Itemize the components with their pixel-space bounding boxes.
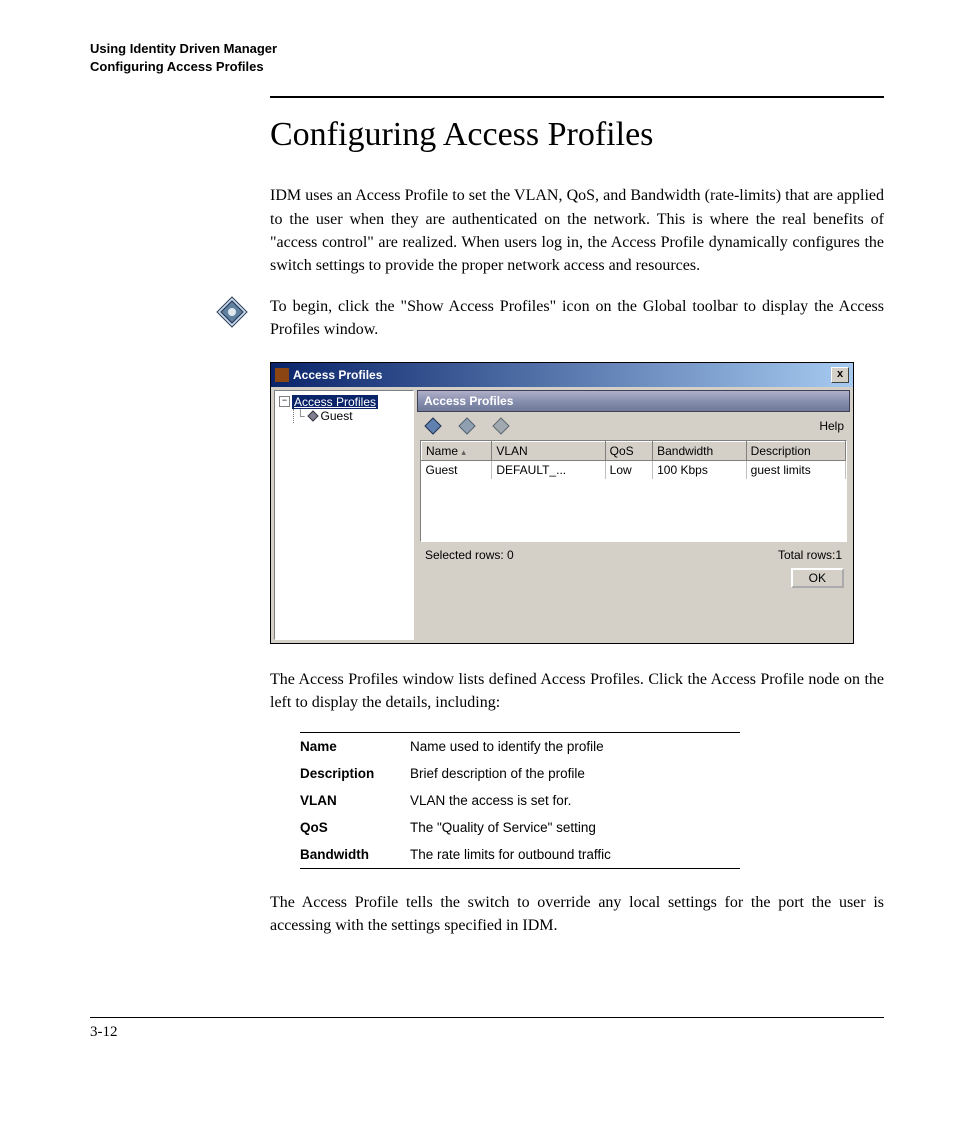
cell-name: Guest bbox=[422, 460, 492, 479]
running-head-line1: Using Identity Driven Manager bbox=[90, 40, 884, 58]
cell-bandwidth: 100 Kbps bbox=[653, 460, 747, 479]
window-titlebar[interactable]: Access Profiles x bbox=[271, 363, 853, 387]
col-name[interactable]: Name ▴ bbox=[422, 441, 492, 460]
definition-term: Name bbox=[300, 739, 410, 754]
definition-desc: Name used to identify the profile bbox=[410, 739, 740, 754]
cell-qos: Low bbox=[605, 460, 652, 479]
definition-row: QoSThe "Quality of Service" setting bbox=[300, 814, 740, 841]
intro-paragraph: IDM uses an Access Profile to set the VL… bbox=[270, 184, 884, 277]
cell-description: guest limits bbox=[746, 460, 845, 479]
ok-button[interactable]: OK bbox=[791, 568, 844, 588]
edit-profile-icon[interactable] bbox=[457, 416, 477, 436]
closing-paragraph: The Access Profile tells the switch to o… bbox=[270, 891, 884, 937]
section-rule bbox=[270, 96, 884, 98]
running-head-line2: Configuring Access Profiles bbox=[90, 58, 884, 76]
definition-row: VLANVLAN the access is set for. bbox=[300, 787, 740, 814]
table-row[interactable]: Guest DEFAULT_... Low 100 Kbps guest lim… bbox=[422, 460, 846, 479]
window-title: Access Profiles bbox=[293, 368, 831, 382]
close-button[interactable]: x bbox=[831, 367, 849, 383]
access-profiles-window: Access Profiles x − Access Profiles └ Gu… bbox=[270, 362, 854, 644]
definition-desc: The "Quality of Service" setting bbox=[410, 820, 740, 835]
definition-desc: Brief description of the profile bbox=[410, 766, 740, 781]
tree-expander-icon[interactable]: − bbox=[279, 396, 290, 407]
definition-term: Bandwidth bbox=[300, 847, 410, 862]
definition-term: QoS bbox=[300, 820, 410, 835]
definition-term: Description bbox=[300, 766, 410, 781]
tree-root-label[interactable]: Access Profiles bbox=[292, 395, 378, 409]
running-head: Using Identity Driven Manager Configurin… bbox=[90, 40, 884, 76]
instruction-paragraph: To begin, click the "Show Access Profile… bbox=[270, 295, 884, 341]
definitions-table: NameName used to identify the profileDes… bbox=[300, 732, 740, 869]
definition-desc: VLAN the access is set for. bbox=[410, 793, 740, 808]
tree-child-label[interactable]: Guest bbox=[321, 409, 353, 423]
details-pane: Access Profiles Help Name ▴ VLAN QoS Ba bbox=[417, 390, 850, 640]
sort-asc-icon: ▴ bbox=[461, 447, 466, 457]
definition-desc: The rate limits for outbound traffic bbox=[410, 847, 740, 862]
col-qos[interactable]: QoS bbox=[605, 441, 652, 460]
delete-profile-icon[interactable] bbox=[491, 416, 511, 436]
tree-pane[interactable]: − Access Profiles └ Guest bbox=[274, 390, 414, 640]
grid-header-row: Name ▴ VLAN QoS Bandwidth Description bbox=[422, 441, 846, 460]
definition-row: NameName used to identify the profile bbox=[300, 733, 740, 760]
cell-vlan: DEFAULT_... bbox=[492, 460, 605, 479]
tree-root-node[interactable]: − Access Profiles bbox=[279, 395, 409, 409]
definition-term: VLAN bbox=[300, 793, 410, 808]
definition-row: DescriptionBrief description of the prof… bbox=[300, 760, 740, 787]
new-profile-icon[interactable] bbox=[423, 416, 443, 436]
help-link[interactable]: Help bbox=[819, 419, 844, 433]
profile-node-icon bbox=[307, 410, 319, 422]
note-row: To begin, click the "Show Access Profile… bbox=[90, 295, 884, 341]
tree-branch-icon: └ bbox=[296, 409, 305, 423]
selected-rows-label: Selected rows: 0 bbox=[425, 548, 514, 562]
pane-toolbar: Help bbox=[417, 412, 850, 440]
col-bandwidth[interactable]: Bandwidth bbox=[653, 441, 747, 460]
pane-header: Access Profiles bbox=[417, 390, 850, 412]
col-vlan[interactable]: VLAN bbox=[492, 441, 605, 460]
window-icon bbox=[275, 368, 289, 382]
definition-row: BandwidthThe rate limits for outbound tr… bbox=[300, 841, 740, 868]
access-profiles-toolbar-icon bbox=[215, 295, 249, 329]
page-title: Configuring Access Profiles bbox=[270, 116, 884, 154]
tree-child-node[interactable]: └ Guest bbox=[296, 409, 409, 423]
page-number: 3-12 bbox=[90, 1024, 118, 1040]
page-footer: 3-12 bbox=[90, 1017, 884, 1041]
profiles-grid[interactable]: Name ▴ VLAN QoS Bandwidth Description Gu… bbox=[420, 440, 847, 542]
list-intro-paragraph: The Access Profiles window lists defined… bbox=[270, 668, 884, 714]
total-rows-label: Total rows:1 bbox=[778, 548, 842, 562]
status-bar: Selected rows: 0 Total rows:1 bbox=[417, 542, 850, 568]
col-description[interactable]: Description bbox=[746, 441, 845, 460]
